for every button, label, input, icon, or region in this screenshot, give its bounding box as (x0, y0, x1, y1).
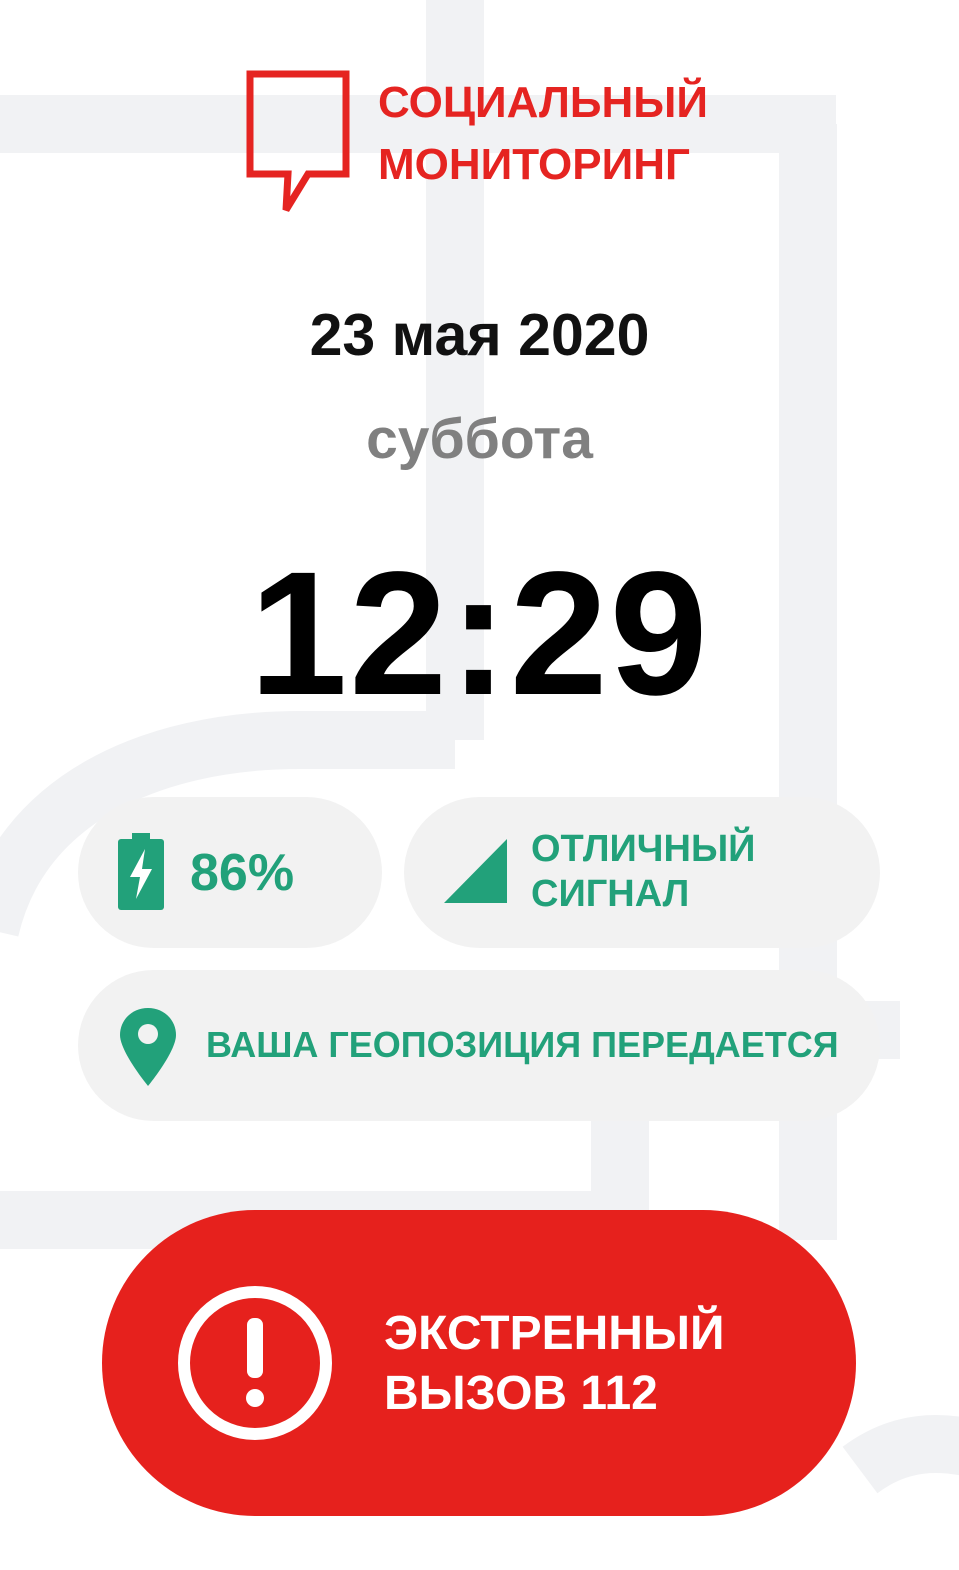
geolocation-label: ВАША ГЕОПОЗИЦИЯ ПЕРЕДАЕТСЯ (206, 1024, 839, 1065)
app-name-line2: МОНИТОРИНГ (378, 140, 690, 189)
lock-screen: СОЦИАЛЬНЫЙ МОНИТОРИНГ 23 мая 2020 суббот… (0, 0, 959, 1570)
signal-strength-icon (444, 839, 507, 903)
app-logo: СОЦИАЛЬНЫЙ МОНИТОРИНГ (246, 70, 726, 220)
battery-status: 86% (78, 797, 382, 948)
exclamation-circle-icon (178, 1286, 332, 1440)
signal-label-line2: СИГНАЛ (531, 873, 690, 915)
battery-charging-icon (118, 833, 164, 910)
current-date: 23 мая 2020 (309, 302, 650, 368)
emergency-call-label-line2: ВЫЗОВ 112 (384, 1367, 658, 1420)
geolocation-status: ВАША ГЕОПОЗИЦИЯ ПЕРЕДАЕТСЯ (78, 970, 880, 1121)
current-time: 12:29 (249, 536, 710, 732)
emergency-call-button[interactable]: ЭКСТРЕННЫЙ ВЫЗОВ 112 (102, 1210, 856, 1516)
signal-status: ОТЛИЧНЫЙ СИГНАЛ (404, 797, 880, 948)
emergency-call-label: ЭКСТРЕННЫЙ ВЫЗОВ 112 (384, 1304, 724, 1424)
emergency-call-label-line1: ЭКСТРЕННЫЙ (384, 1307, 725, 1360)
signal-label: ОТЛИЧНЫЙ СИГНАЛ (531, 827, 755, 917)
battery-percent: 86% (190, 844, 295, 902)
current-weekday: суббота (366, 407, 593, 471)
speech-bubble-icon (246, 70, 350, 212)
location-pin-icon (120, 1008, 176, 1086)
signal-label-line1: ОТЛИЧНЫЙ (531, 828, 756, 870)
app-name-line1: СОЦИАЛЬНЫЙ (378, 78, 708, 127)
app-name: СОЦИАЛЬНЫЙ МОНИТОРИНГ (378, 72, 708, 196)
